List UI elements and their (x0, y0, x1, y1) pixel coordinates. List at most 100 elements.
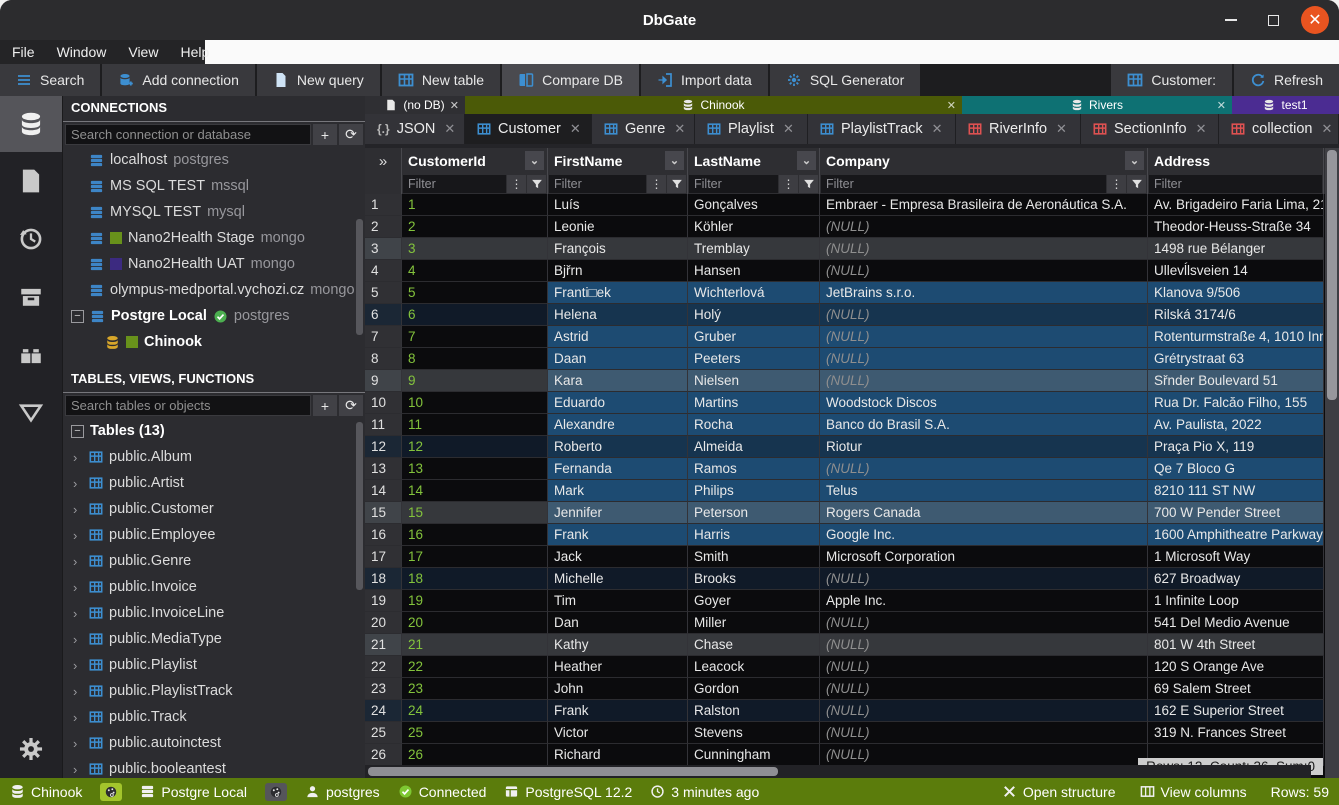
cell-address[interactable]: 319 N. Frances Street (1148, 722, 1324, 744)
table-row[interactable]: 1717JackSmithMicrosoft Corporation1 Micr… (365, 546, 1325, 568)
cell-company[interactable]: JetBrains s.r.o. (820, 282, 1148, 304)
status-item-open-structure[interactable]: Open structure (1002, 784, 1116, 800)
table-item[interactable]: ›public.Album (63, 444, 365, 470)
cell-last[interactable]: Miller (688, 612, 820, 634)
cell-last[interactable]: Nielsen (688, 370, 820, 392)
status-item-3-minutes-ago[interactable]: 3 minutes ago (650, 784, 759, 800)
cell-address[interactable]: 627 Broadway (1148, 568, 1324, 590)
cell-first[interactable]: Frank (548, 524, 688, 546)
table-row[interactable]: 2020DanMiller(NULL)541 Del Medio Avenue (365, 612, 1325, 634)
connection-item[interactable]: localhostpostgres (63, 147, 365, 173)
status-item-view-columns[interactable]: View columns (1140, 784, 1247, 800)
status-item-connected[interactable]: Connected (398, 784, 487, 800)
tab-group-chinook[interactable]: Chinook✕ (465, 96, 962, 114)
add-connection-plus-button[interactable]: + (313, 124, 337, 145)
cell-company[interactable]: (NULL) (820, 260, 1148, 282)
cell-company[interactable]: (NULL) (820, 612, 1148, 634)
cell-first[interactable]: Franti□ek (548, 282, 688, 304)
table-row[interactable]: 77AstridGruber(NULL)Rotenturmstraße 4, 1… (365, 326, 1325, 348)
cell-first[interactable]: Heather (548, 656, 688, 678)
table-item[interactable]: ›public.Employee (63, 522, 365, 548)
filter-funnel-icon[interactable] (799, 175, 818, 193)
table-item[interactable]: ›public.Genre (63, 548, 365, 574)
column-dropdown-icon[interactable]: ⌄ (665, 151, 684, 170)
table-item[interactable]: ›public.Invoice (63, 574, 365, 600)
table-row[interactable]: 1010EduardoMartinsWoodstock DiscosRua Dr… (365, 392, 1325, 414)
column-dropdown-icon[interactable]: ⌄ (797, 151, 816, 170)
cell-id[interactable]: 10 (402, 392, 548, 414)
cell-first[interactable]: Astrid (548, 326, 688, 348)
cell-first[interactable]: Victor (548, 722, 688, 744)
table-item[interactable]: ›public.PlaylistTrack (63, 678, 365, 704)
toolbar-button-new-query[interactable]: New query (257, 64, 382, 96)
tab-group-rivers[interactable]: Rivers✕ (962, 96, 1232, 114)
toolbar-button-search[interactable]: Search (0, 64, 102, 96)
tab-playlist[interactable]: Playlist✕ (695, 114, 808, 144)
cell-company[interactable]: (NULL) (820, 722, 1148, 744)
table-row[interactable]: 33FrançoisTremblay(NULL)1498 rue Bélange… (365, 238, 1325, 260)
cell-id[interactable]: 3 (402, 238, 548, 260)
filter-funnel-icon[interactable] (667, 175, 686, 193)
cell-last[interactable]: Köhler (688, 216, 820, 238)
table-row[interactable]: 1616FrankHarrisGoogle Inc.1600 Amphithea… (365, 524, 1325, 546)
filter-funnel-icon[interactable] (1127, 175, 1146, 193)
chevron-right-icon[interactable]: › (73, 606, 83, 621)
rail-item-archive-icon[interactable] (0, 268, 62, 326)
cell-address[interactable]: Qe 7 Bloco G (1148, 458, 1324, 480)
toolbar-button-add-connection[interactable]: Add connection (102, 64, 257, 96)
table-row[interactable]: 66HelenaHolý(NULL)Rilská 3174/6 (365, 304, 1325, 326)
filter-menu-icon[interactable]: ⋮ (779, 175, 798, 193)
table-row[interactable]: 2323JohnGordon(NULL)69 Salem Street (365, 678, 1325, 700)
table-row[interactable]: 99KaraNielsen(NULL)Sřnder Boulevard 51 (365, 370, 1325, 392)
tab-close-icon[interactable]: ✕ (1321, 121, 1332, 137)
cell-first[interactable]: Jennifer (548, 502, 688, 524)
cell-first[interactable]: Luís (548, 194, 688, 216)
filter-menu-icon[interactable]: ⋮ (647, 175, 666, 193)
filter-funnel-icon[interactable] (527, 175, 546, 193)
minimize-button[interactable] (1217, 6, 1245, 34)
cell-company[interactable]: (NULL) (820, 304, 1148, 326)
tab-close-icon[interactable]: ✕ (1056, 121, 1067, 137)
vertical-scrollbar[interactable] (1325, 148, 1339, 778)
cell-last[interactable]: Martins (688, 392, 820, 414)
connection-item[interactable]: MYSQL TESTmysql (63, 199, 365, 225)
cell-company[interactable]: (NULL) (820, 744, 1148, 766)
cell-company[interactable]: Google Inc. (820, 524, 1148, 546)
tab-group-test1[interactable]: test1 (1232, 96, 1339, 114)
cell-id[interactable]: 21 (402, 634, 548, 656)
table-item[interactable]: ›public.MediaType (63, 626, 365, 652)
database-item-chinook[interactable]: Chinook (63, 329, 365, 355)
cell-id[interactable]: 25 (402, 722, 548, 744)
toolbar-button-refresh[interactable]: Refresh (1232, 64, 1339, 96)
cell-id[interactable]: 23 (402, 678, 548, 700)
column-dropdown-icon[interactable]: ⌄ (525, 151, 544, 170)
tab-group-close-icon[interactable]: ✕ (947, 99, 956, 112)
cell-company[interactable]: Microsoft Corporation (820, 546, 1148, 568)
chevron-right-icon[interactable]: › (73, 658, 83, 673)
status-item-theme[interactable] (265, 783, 287, 801)
cell-first[interactable]: Mark (548, 480, 688, 502)
cell-first[interactable]: Leonie (548, 216, 688, 238)
tab-playlisttrack[interactable]: PlaylistTrack✕ (808, 114, 956, 144)
rail-item-file-icon[interactable] (0, 152, 62, 210)
tab-close-icon[interactable]: ✕ (932, 121, 943, 137)
cell-address[interactable]: Sřnder Boulevard 51 (1148, 370, 1324, 392)
status-item-postgres[interactable]: postgres (305, 784, 380, 800)
connections-scrollbar[interactable] (356, 219, 363, 335)
cell-address[interactable]: 801 W 4th Street (1148, 634, 1324, 656)
cell-first[interactable]: Michelle (548, 568, 688, 590)
cell-first[interactable]: Tim (548, 590, 688, 612)
cell-first[interactable]: Fernanda (548, 458, 688, 480)
connection-item[interactable]: Nano2Health Stagemongo (63, 225, 365, 251)
cell-last[interactable]: Brooks (688, 568, 820, 590)
cell-last[interactable]: Rocha (688, 414, 820, 436)
cell-company[interactable]: Woodstock Discos (820, 392, 1148, 414)
cell-address[interactable]: 162 E Superior Street (1148, 700, 1324, 722)
table-row[interactable]: 2424FrankRalston(NULL)162 E Superior Str… (365, 700, 1325, 722)
filter-menu-icon[interactable]: ⋮ (507, 175, 526, 193)
status-item-theme[interactable] (100, 783, 122, 801)
connection-item[interactable]: Nano2Health UATmongo (63, 251, 365, 277)
cell-id[interactable]: 22 (402, 656, 548, 678)
table-row[interactable]: 2222HeatherLeacock(NULL)120 S Orange Ave (365, 656, 1325, 678)
cell-last[interactable]: Peeters (688, 348, 820, 370)
